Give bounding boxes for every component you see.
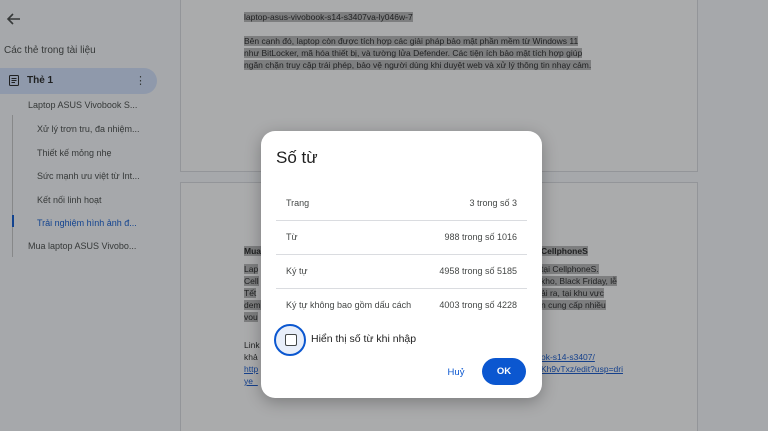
stat-label: Trang — [286, 198, 310, 208]
stat-value: 988 trong số 1016 — [444, 232, 517, 242]
stat-label: Ký tự không bao gồm dấu cách — [286, 300, 412, 310]
stat-row: Từ 988 trong số 1016 — [276, 221, 527, 255]
stat-row: Ký tự 4958 trong số 5185 — [276, 255, 527, 289]
stat-value: 4958 trong số 5185 — [439, 266, 517, 276]
stat-label: Từ — [286, 232, 298, 242]
word-count-dialog: Số từ Trang 3 trong số 3 Từ 988 trong số… — [261, 131, 542, 398]
dialog-title: Số từ — [276, 148, 318, 167]
checkbox-label[interactable]: Hiển thị số từ khi nhập — [311, 333, 416, 345]
stat-row: Trang 3 trong số 3 — [276, 187, 527, 221]
stat-label: Ký tự — [286, 266, 308, 276]
stat-row: Ký tự không bao gồm dấu cách 4003 trong … — [276, 289, 527, 323]
stat-value: 3 trong số 3 — [469, 198, 517, 208]
cancel-button[interactable]: Huỷ — [438, 360, 474, 384]
show-word-count-checkbox[interactable] — [285, 334, 297, 346]
stat-value: 4003 trong số 4228 — [439, 300, 517, 310]
ok-button[interactable]: OK — [482, 358, 526, 385]
